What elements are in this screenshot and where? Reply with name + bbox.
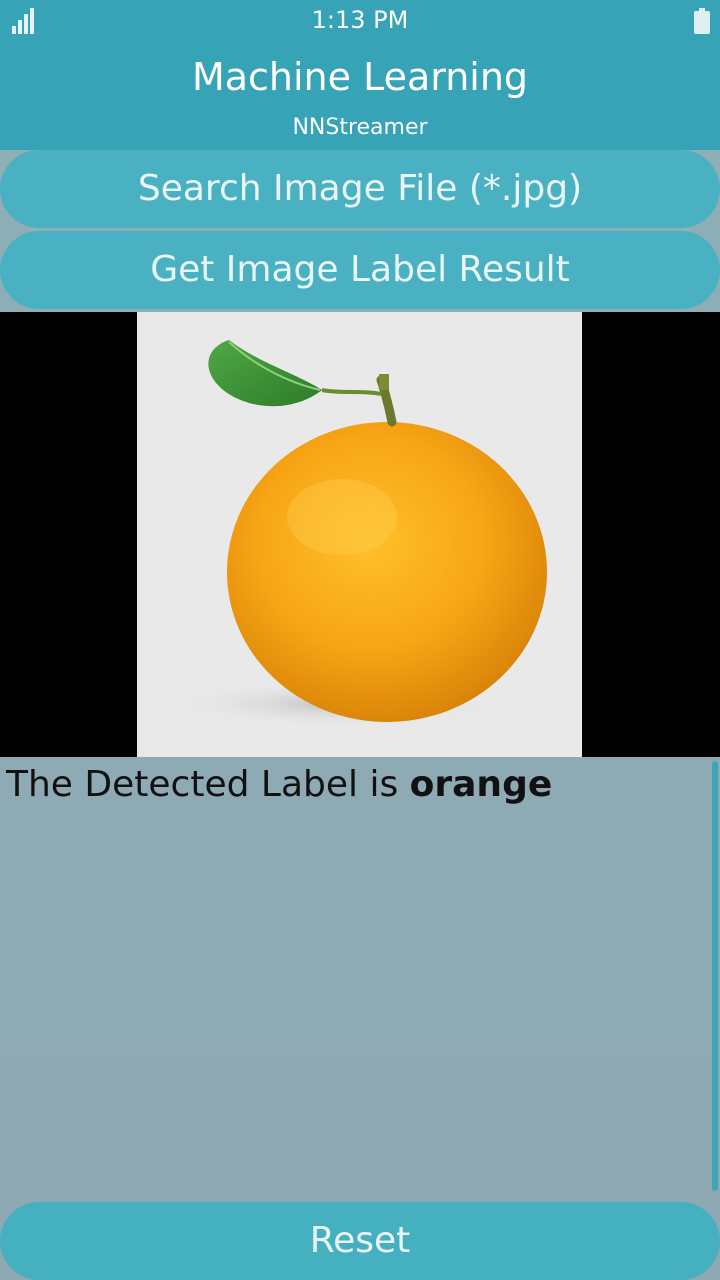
detected-label-text: The Detected Label is orange: [6, 763, 552, 807]
orange-fruit-image: [137, 312, 582, 757]
header: 1:13 PM Machine Learning NNStreamer: [0, 0, 720, 150]
battery-icon: [694, 8, 710, 34]
result-area: The Detected Label is orange: [0, 757, 720, 1197]
app-screen: 1:13 PM Machine Learning NNStreamer Sear…: [0, 0, 720, 1280]
result-scrollbar[interactable]: [712, 761, 718, 1191]
image-preview-area: [0, 312, 720, 757]
get-image-label-result-button[interactable]: Get Image Label Result: [0, 231, 720, 309]
page-subtitle: NNStreamer: [292, 115, 428, 140]
search-image-file-button[interactable]: Search Image File (*.jpg): [0, 150, 720, 228]
status-time: 1:13 PM: [311, 6, 409, 34]
page-title: Machine Learning: [191, 55, 529, 99]
detected-label-value: orange: [409, 764, 553, 805]
reset-button[interactable]: Reset: [0, 1202, 720, 1280]
status-bar: 1:13 PM: [0, 0, 720, 40]
detected-label-prefix: The Detected Label is: [6, 764, 410, 805]
